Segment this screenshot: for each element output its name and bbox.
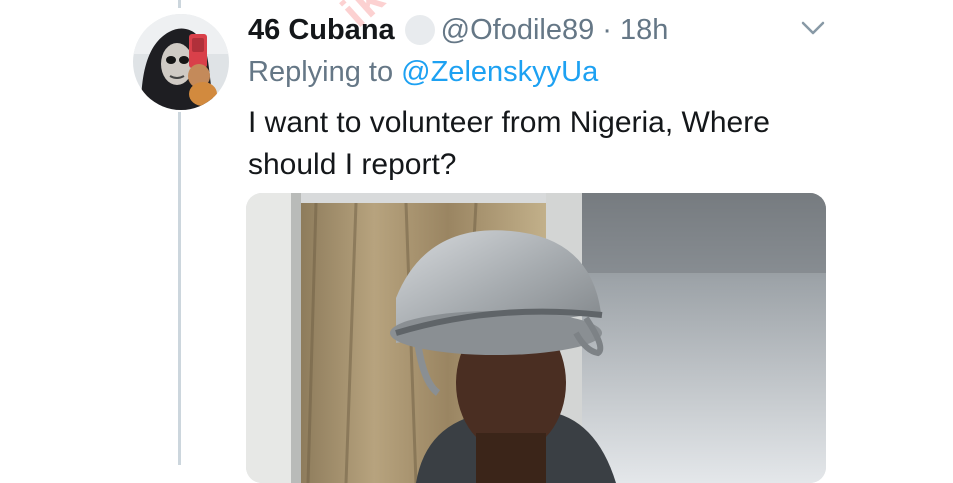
replying-to-label: Replying to	[248, 56, 394, 88]
user-handle[interactable]: @Ofodile89	[441, 14, 595, 47]
thread-connector-line	[178, 112, 181, 465]
tweet-text: I want to volunteer from Nigeria, Where …	[248, 106, 770, 181]
timestamp[interactable]: 18h	[620, 14, 668, 47]
tweet-media-image[interactable]	[246, 193, 826, 483]
display-name[interactable]: 46 Cubana	[248, 14, 395, 47]
photo	[246, 193, 826, 483]
reply-mention-link[interactable]: @ZelenskyyUa	[401, 56, 598, 88]
thread-line-top	[178, 0, 181, 8]
replying-to: Replying to @ZelenskyyUa	[248, 56, 598, 89]
chevron-down-icon[interactable]	[800, 18, 826, 38]
verified-badge-icon	[404, 15, 435, 45]
separator-dot: ·	[602, 13, 612, 46]
tweet-header: 46 Cubana @Ofodile89 · 18h	[248, 10, 668, 50]
avatar[interactable]	[133, 14, 229, 110]
avatar-image	[133, 14, 229, 110]
